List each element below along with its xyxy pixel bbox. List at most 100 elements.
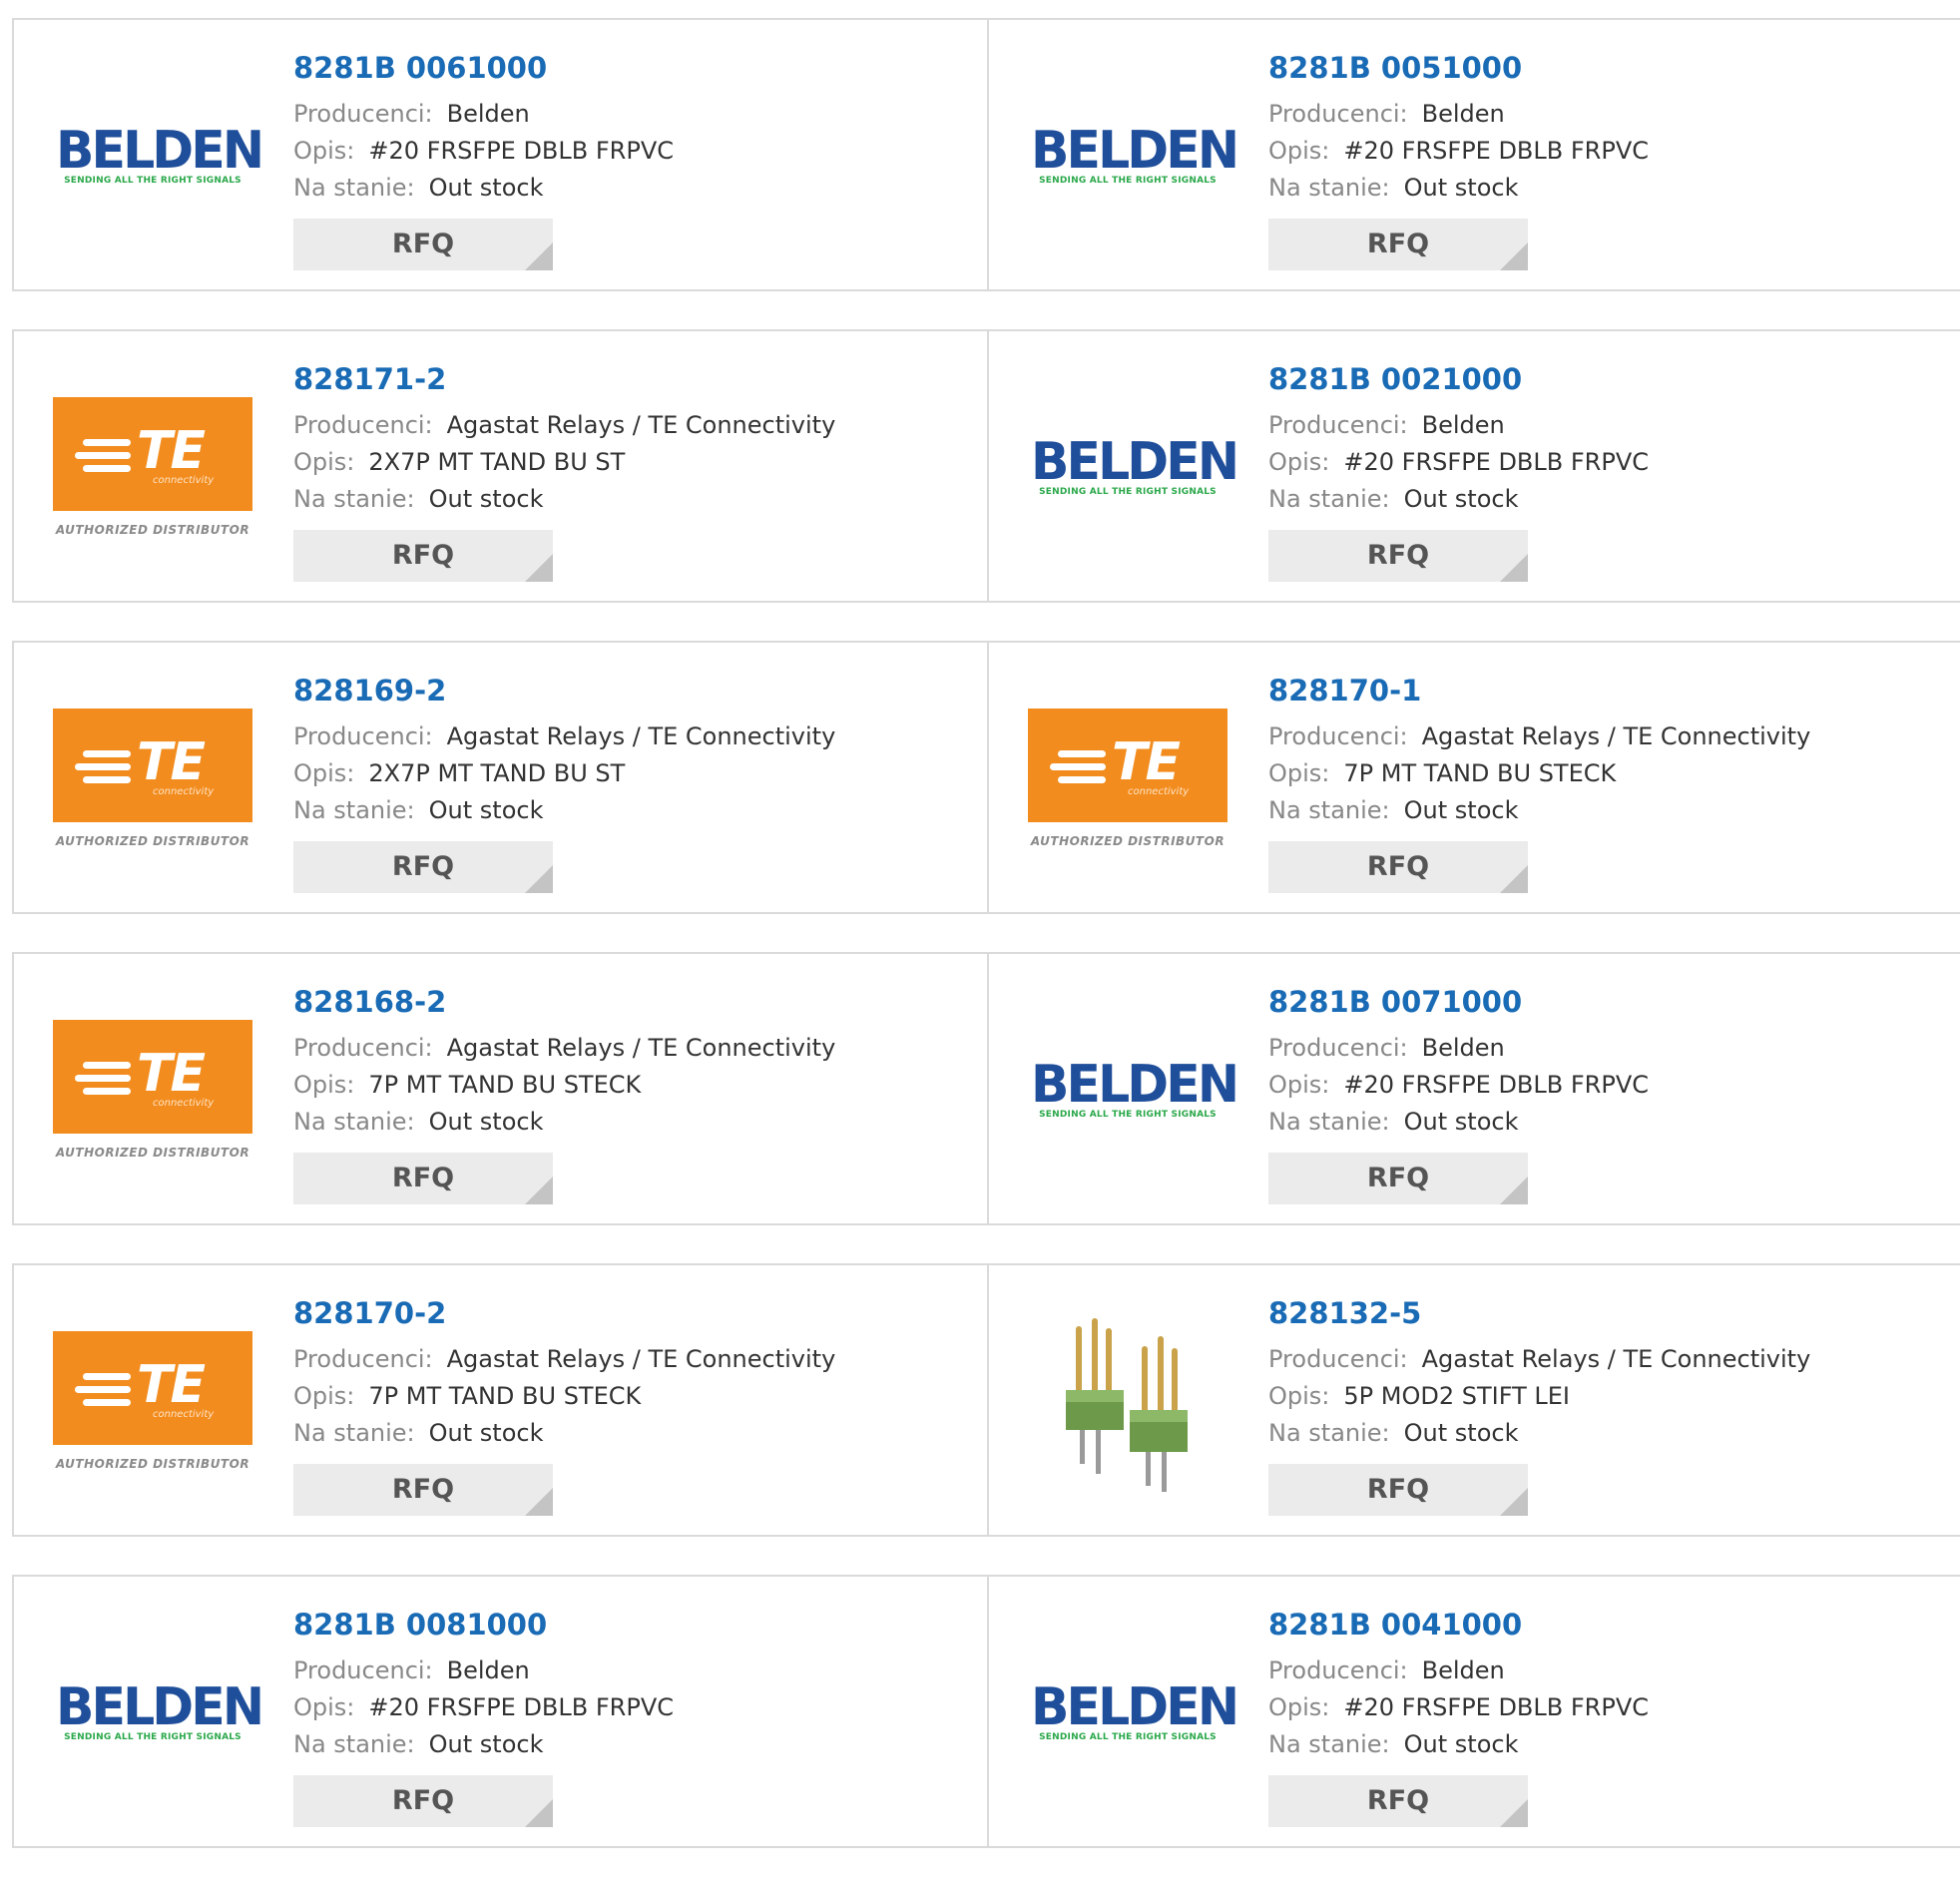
rfq-button[interactable]: RFQ bbox=[293, 219, 553, 270]
product-logo: BELDEN SENDING ALL THE RIGHT SIGNALS bbox=[1027, 994, 1239, 1185]
rfq-button-label: RFQ bbox=[1366, 1785, 1430, 1816]
part-number-link[interactable]: 8281B 0021000 bbox=[1268, 361, 1950, 397]
product-row: BELDEN SENDING ALL THE RIGHT SIGNALS 828… bbox=[12, 18, 1960, 291]
stock-value: Out stock bbox=[428, 174, 544, 202]
description-label: Opis: bbox=[293, 1382, 355, 1410]
part-number-link[interactable]: 828169-2 bbox=[293, 673, 977, 708]
rfq-button[interactable]: RFQ bbox=[293, 1153, 553, 1204]
rfq-button[interactable]: RFQ bbox=[1268, 1464, 1528, 1516]
rfq-button[interactable]: RFQ bbox=[1268, 841, 1528, 893]
description-value: #20 FRSFPE DBLB FRPVC bbox=[368, 137, 674, 165]
belden-logo: BELDEN SENDING ALL THE RIGHT SIGNALS bbox=[53, 125, 264, 186]
te-authorized-distributor: AUTHORIZED DISTRIBUTOR bbox=[55, 523, 250, 537]
description-line: Opis: #20 FRSFPE DBLB FRPVC bbox=[293, 133, 977, 170]
stock-label: Na stanie: bbox=[1268, 1108, 1390, 1136]
te-logo-word: TE bbox=[137, 732, 206, 792]
stock-label: Na stanie: bbox=[1268, 1730, 1390, 1758]
te-logo-word: TE bbox=[137, 1044, 206, 1104]
stock-value: Out stock bbox=[428, 1419, 544, 1447]
te-logo-sub: connectivity bbox=[153, 1409, 215, 1420]
rfq-button[interactable]: RFQ bbox=[1268, 530, 1528, 582]
te-logo-sub: connectivity bbox=[153, 475, 215, 486]
stock-line: Na stanie: Out stock bbox=[293, 481, 977, 518]
product-row: TE connectivity AUTHORIZED DISTRIBUTOR 8… bbox=[12, 329, 1960, 603]
product-card: TE connectivity AUTHORIZED DISTRIBUTOR 8… bbox=[14, 331, 987, 601]
product-card: BELDEN SENDING ALL THE RIGHT SIGNALS 828… bbox=[14, 20, 987, 289]
part-number-link[interactable]: 8281B 0081000 bbox=[293, 1607, 977, 1643]
stock-line: Na stanie: Out stock bbox=[293, 1726, 977, 1763]
stock-value: Out stock bbox=[1403, 174, 1519, 202]
description-line: Opis: #20 FRSFPE DBLB FRPVC bbox=[1268, 444, 1950, 481]
description-line: Opis: 2X7P MT TAND BU ST bbox=[293, 755, 977, 792]
part-number-link[interactable]: 8281B 0061000 bbox=[293, 50, 977, 86]
product-row: BELDEN SENDING ALL THE RIGHT SIGNALS 828… bbox=[12, 1575, 1960, 1848]
stock-line: Na stanie: Out stock bbox=[1268, 1415, 1950, 1452]
te-logo: TE connectivity AUTHORIZED DISTRIBUTOR bbox=[1028, 708, 1227, 848]
description-line: Opis: 7P MT TAND BU STECK bbox=[293, 1378, 977, 1415]
description-value: #20 FRSFPE DBLB FRPVC bbox=[1343, 1071, 1649, 1099]
product-card: BELDEN SENDING ALL THE RIGHT SIGNALS 828… bbox=[987, 1577, 1960, 1846]
manufacturer-line: Producenci: Belden bbox=[293, 1652, 977, 1689]
description-value: 2X7P MT TAND BU ST bbox=[368, 448, 626, 476]
rfq-button[interactable]: RFQ bbox=[293, 1464, 553, 1516]
part-number-link[interactable]: 828168-2 bbox=[293, 984, 977, 1020]
stock-label: Na stanie: bbox=[293, 1730, 415, 1758]
belden-logo-word: BELDEN bbox=[1031, 121, 1239, 181]
product-info: 8281B 0051000 Producenci: Belden Opis: #20 F… bbox=[1268, 50, 1950, 270]
product-card: TE connectivity AUTHORIZED DISTRIBUTOR 8… bbox=[14, 643, 987, 912]
rfq-button-label: RFQ bbox=[391, 1785, 455, 1816]
part-number-link[interactable]: 828170-1 bbox=[1268, 673, 1950, 708]
rfq-corner-icon bbox=[1500, 1799, 1528, 1827]
te-logo-box: TE connectivity bbox=[53, 1020, 252, 1134]
product-info: 8281B 0041000 Producenci: Belden Opis: #20 F… bbox=[1268, 1607, 1950, 1827]
description-value: 5P MOD2 STIFT LEI bbox=[1343, 1382, 1570, 1410]
rfq-corner-icon bbox=[1500, 242, 1528, 270]
manufacturer-line: Producenci: Belden bbox=[1268, 96, 1950, 133]
product-logo: BELDEN SENDING ALL THE RIGHT SIGNALS bbox=[52, 60, 264, 251]
description-line: Opis: 2X7P MT TAND BU ST bbox=[293, 444, 977, 481]
manufacturer-line: Producenci: Belden bbox=[293, 96, 977, 133]
belden-logo: BELDEN SENDING ALL THE RIGHT SIGNALS bbox=[1028, 121, 1239, 186]
rfq-button-label: RFQ bbox=[1366, 229, 1430, 259]
product-card: BELDEN SENDING ALL THE RIGHT SIGNALS 828… bbox=[987, 954, 1960, 1223]
te-logo-box: TE connectivity bbox=[53, 397, 252, 511]
part-number-link[interactable]: 828171-2 bbox=[293, 361, 977, 397]
product-card: 828132-5 Producenci: Agastat Relays / TE C… bbox=[987, 1265, 1960, 1535]
stock-value: Out stock bbox=[1403, 1108, 1519, 1136]
manufacturer-label: Producenci: bbox=[1268, 722, 1408, 750]
part-number-link[interactable]: 828132-5 bbox=[1268, 1295, 1950, 1331]
manufacturer-label: Producenci: bbox=[1268, 1034, 1408, 1062]
rfq-button[interactable]: RFQ bbox=[1268, 1775, 1528, 1827]
rfq-button[interactable]: RFQ bbox=[1268, 219, 1528, 270]
part-number-link[interactable]: 8281B 0071000 bbox=[1268, 984, 1950, 1020]
part-number-link[interactable]: 8281B 0041000 bbox=[1268, 1607, 1950, 1643]
rfq-corner-icon bbox=[525, 865, 553, 893]
stock-value: Out stock bbox=[428, 1108, 544, 1136]
manufacturer-label: Producenci: bbox=[1268, 100, 1408, 128]
description-label: Opis: bbox=[293, 448, 355, 476]
product-info: 8281B 0061000 Producenci: Belden Opis: #20 F… bbox=[293, 50, 977, 270]
rfq-button[interactable]: RFQ bbox=[293, 1775, 553, 1827]
te-logo-word: TE bbox=[137, 1355, 206, 1415]
rfq-button[interactable]: RFQ bbox=[1268, 1153, 1528, 1204]
product-logo: TE connectivity AUTHORIZED DISTRIBUTOR bbox=[52, 683, 253, 874]
manufacturer-label: Producenci: bbox=[293, 1034, 433, 1062]
description-label: Opis: bbox=[293, 137, 355, 165]
manufacturer-value: Belden bbox=[1421, 1034, 1505, 1062]
rfq-button[interactable]: RFQ bbox=[293, 530, 553, 582]
stock-label: Na stanie: bbox=[1268, 796, 1390, 824]
te-logo-bars-icon bbox=[1050, 750, 1106, 789]
stock-line: Na stanie: Out stock bbox=[293, 1104, 977, 1141]
product-info: 828170-2 Producenci: Agastat Relays / TE C… bbox=[293, 1295, 977, 1516]
stock-line: Na stanie: Out stock bbox=[293, 170, 977, 207]
part-number-link[interactable]: 8281B 0051000 bbox=[1268, 50, 1950, 86]
manufacturer-line: Producenci: Agastat Relays / TE Connectiv… bbox=[293, 1030, 977, 1067]
rfq-corner-icon bbox=[525, 242, 553, 270]
product-logo: TE connectivity AUTHORIZED DISTRIBUTOR bbox=[1027, 683, 1228, 874]
rfq-button[interactable]: RFQ bbox=[293, 841, 553, 893]
te-logo-sub: connectivity bbox=[153, 1098, 215, 1109]
part-number-link[interactable]: 828170-2 bbox=[293, 1295, 977, 1331]
manufacturer-line: Producenci: Agastat Relays / TE Connectiv… bbox=[1268, 718, 1950, 755]
manufacturer-label: Producenci: bbox=[293, 100, 433, 128]
te-authorized-distributor: AUTHORIZED DISTRIBUTOR bbox=[55, 834, 250, 848]
